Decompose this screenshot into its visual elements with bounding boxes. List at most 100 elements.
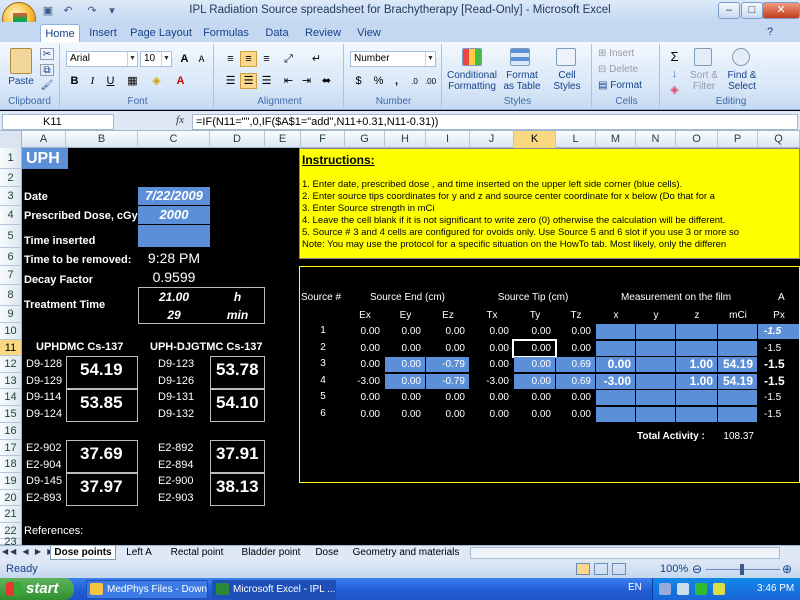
- table-cell-tx[interactable]: 0.00: [470, 324, 513, 339]
- table-cell-ey[interactable]: 0.00: [385, 324, 425, 339]
- task-microsoft-excel[interactable]: Microsoft Excel - IPL ...: [212, 580, 336, 599]
- table-cell-tz[interactable]: 0.00: [556, 341, 595, 356]
- select-all-corner[interactable]: [0, 131, 22, 148]
- table-cell-ey[interactable]: 0.00: [385, 341, 425, 356]
- redo-icon[interactable]: ↷: [84, 4, 100, 18]
- table-cell-z[interactable]: [676, 390, 717, 405]
- fill-color-icon[interactable]: ◈: [148, 73, 165, 89]
- table-cell-z[interactable]: [676, 324, 717, 339]
- tab-review[interactable]: Review: [300, 24, 346, 42]
- sheet-title[interactable]: UPH: [22, 148, 68, 169]
- insert-cells-button[interactable]: ⊞ Insert: [598, 48, 656, 59]
- table-cell-mci[interactable]: [718, 407, 757, 422]
- column-header[interactable]: K: [514, 131, 556, 148]
- column-header[interactable]: A: [22, 131, 66, 148]
- sort-filter-button[interactable]: Sort & Filter: [686, 70, 722, 92]
- table-cell-ty[interactable]: 0.00: [514, 324, 555, 339]
- table-cell-ey[interactable]: 0.00: [385, 374, 425, 389]
- table-cell-ty[interactable]: 0.00: [514, 357, 555, 372]
- table-cell-y[interactable]: [636, 324, 675, 339]
- sheet-tab-rectal-point[interactable]: Rectal point: [164, 546, 230, 560]
- table-cell-tx[interactable]: 0.00: [470, 407, 513, 422]
- percent-button[interactable]: %: [370, 73, 387, 89]
- column-header[interactable]: B: [66, 131, 138, 148]
- table-cell-ex[interactable]: -3.00: [345, 374, 384, 389]
- column-header[interactable]: I: [426, 131, 470, 148]
- zoom-out-icon[interactable]: ⊖: [692, 562, 702, 576]
- table-cell-x[interactable]: [596, 407, 635, 422]
- table-cell-x[interactable]: -3.00: [596, 374, 635, 389]
- time-inserted-input[interactable]: [138, 225, 210, 247]
- column-header[interactable]: E: [265, 131, 301, 148]
- currency-button[interactable]: $: [350, 73, 367, 89]
- font-color-icon[interactable]: A: [172, 73, 189, 89]
- table-cell-tx[interactable]: 0.00: [470, 357, 513, 372]
- align-bottom-icon[interactable]: ≡: [258, 51, 275, 67]
- qat-dropdown-icon[interactable]: ▾: [104, 4, 120, 18]
- row-header[interactable]: 10: [0, 323, 22, 340]
- align-right-icon[interactable]: ☰: [258, 73, 275, 89]
- active-cell[interactable]: 0.00: [512, 339, 557, 358]
- format-painter-icon[interactable]: 🖌: [40, 80, 54, 92]
- dose-input[interactable]: 2000: [138, 206, 210, 224]
- row-header[interactable]: 2: [0, 169, 22, 187]
- table-cell-tz[interactable]: 0.00: [556, 324, 595, 339]
- tray-icon[interactable]: [713, 583, 725, 595]
- table-cell-z[interactable]: [676, 407, 717, 422]
- table-cell-x[interactable]: [596, 324, 635, 339]
- page-break-view-icon[interactable]: [612, 563, 626, 575]
- table-cell-px[interactable]: -1.5: [758, 357, 799, 372]
- tab-view[interactable]: View: [352, 24, 386, 42]
- column-header[interactable]: C: [138, 131, 210, 148]
- row-header[interactable]: 15: [0, 406, 22, 423]
- tab-page-layout[interactable]: Page Layout: [128, 24, 194, 42]
- zoom-in-icon[interactable]: ⊕: [782, 562, 792, 576]
- row-header[interactable]: 1: [0, 148, 22, 169]
- row-header[interactable]: 12: [0, 356, 22, 373]
- table-cell-tz[interactable]: 0.69: [556, 357, 595, 372]
- row-header[interactable]: 3: [0, 187, 22, 206]
- table-cell-ez[interactable]: 0.00: [426, 407, 469, 422]
- table-cell-y[interactable]: [636, 374, 675, 389]
- align-middle-icon[interactable]: ≡: [240, 51, 257, 67]
- table-cell-x[interactable]: [596, 390, 635, 405]
- fx-button[interactable]: fx: [172, 114, 188, 130]
- row-header[interactable]: 11: [0, 340, 22, 356]
- cut-icon[interactable]: ✂: [40, 48, 54, 60]
- table-cell-px[interactable]: -1.5: [758, 324, 799, 339]
- table-cell-ex[interactable]: 0.00: [345, 407, 384, 422]
- grow-font-icon[interactable]: A: [176, 51, 193, 67]
- table-cell-ex[interactable]: 0.00: [345, 390, 384, 405]
- table-cell-z[interactable]: 1.00: [676, 357, 717, 372]
- delete-cells-button[interactable]: ⊟ Delete: [598, 64, 656, 75]
- row-header[interactable]: 9: [0, 306, 22, 323]
- table-cell-ez[interactable]: -0.79: [426, 374, 469, 389]
- close-button[interactable]: ✕: [762, 2, 800, 19]
- table-cell-ey[interactable]: 0.00: [385, 357, 425, 372]
- row-header[interactable]: 16: [0, 423, 22, 440]
- table-cell-ex[interactable]: 0.00: [345, 324, 384, 339]
- column-header[interactable]: J: [470, 131, 514, 148]
- shrink-font-icon[interactable]: A: [193, 51, 210, 67]
- row-header[interactable]: 4: [0, 206, 22, 225]
- sheet-tab-dose-points[interactable]: Dose points: [50, 546, 116, 560]
- tray-icon[interactable]: [659, 583, 671, 595]
- format-as-table-button[interactable]: Format as Table: [502, 70, 542, 92]
- row-header[interactable]: 5: [0, 225, 22, 248]
- decrease-indent-icon[interactable]: ⇤: [280, 73, 297, 89]
- tab-insert[interactable]: Insert: [84, 24, 122, 42]
- table-cell-mci[interactable]: [718, 390, 757, 405]
- column-header[interactable]: P: [718, 131, 758, 148]
- table-cell-z[interactable]: 1.00: [676, 374, 717, 389]
- table-cell-y[interactable]: [636, 407, 675, 422]
- table-cell-y[interactable]: [636, 341, 675, 356]
- tab-formulas[interactable]: Formulas: [200, 24, 252, 42]
- row-header[interactable]: 19: [0, 473, 22, 490]
- table-cell-y[interactable]: [636, 390, 675, 405]
- table-cell-ez[interactable]: -0.79: [426, 357, 469, 372]
- row-header[interactable]: 6: [0, 248, 22, 266]
- align-left-icon[interactable]: ☰: [222, 73, 239, 89]
- table-cell-ex[interactable]: 0.00: [345, 357, 384, 372]
- table-cell-px[interactable]: -1.5: [758, 390, 799, 405]
- table-cell-mci[interactable]: 54.19: [718, 374, 757, 389]
